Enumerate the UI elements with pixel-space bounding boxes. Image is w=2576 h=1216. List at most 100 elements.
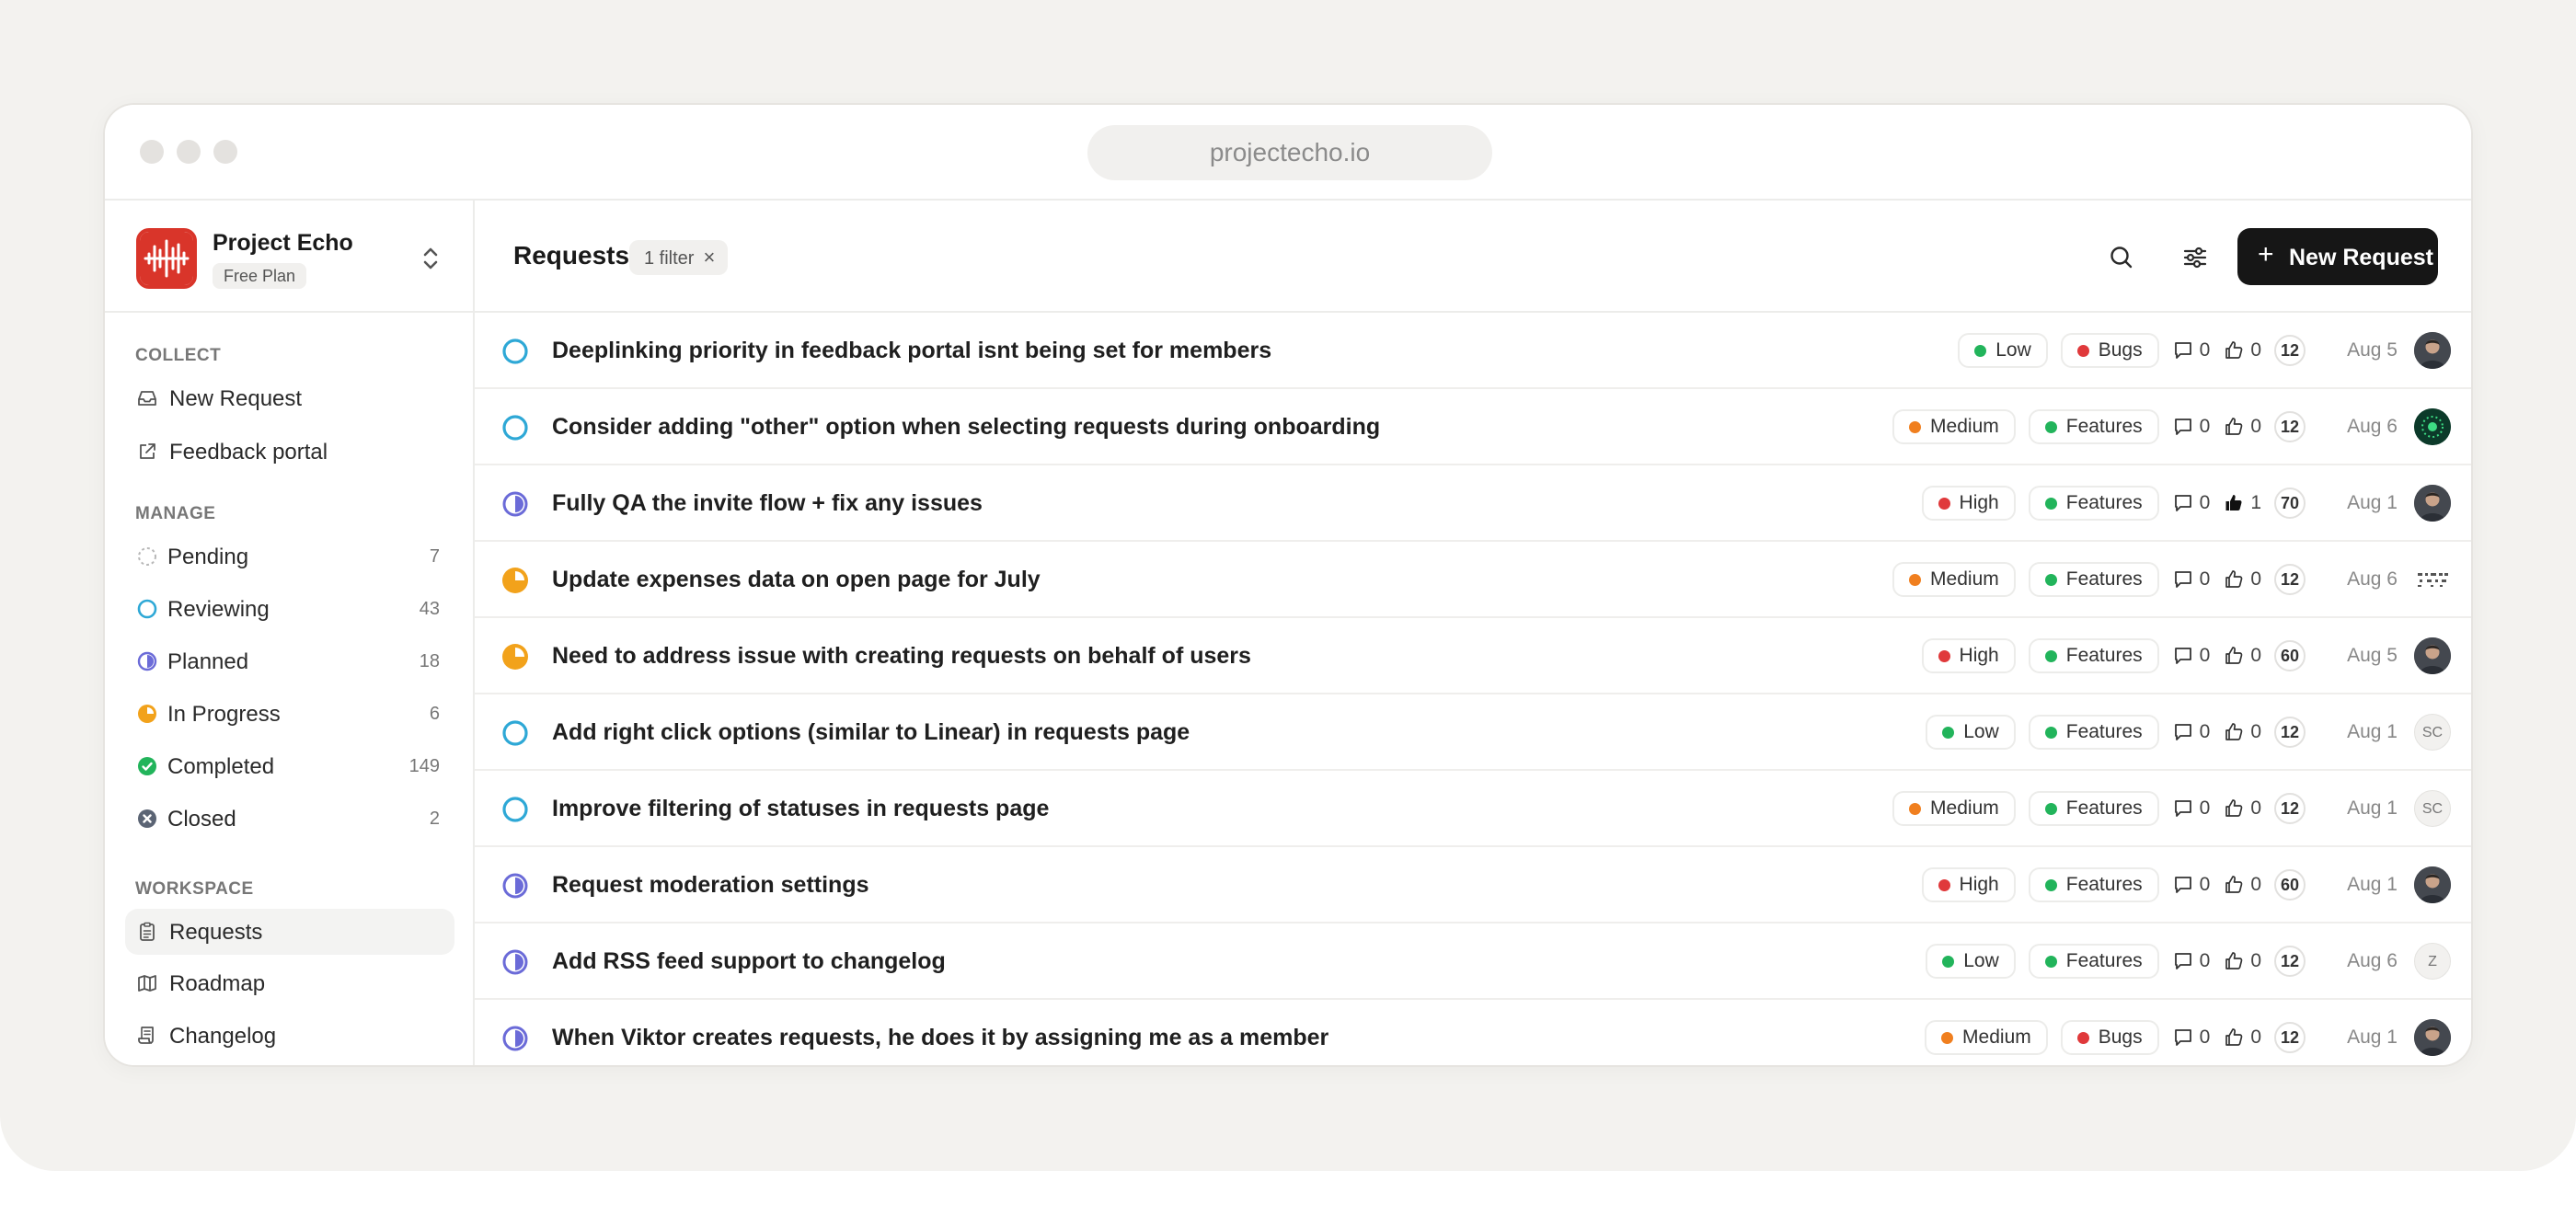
status-reviewing-icon[interactable]	[500, 718, 530, 748]
avatar[interactable]	[2414, 332, 2451, 369]
status-reviewing-icon[interactable]	[500, 413, 530, 442]
new-request-button[interactable]: + New Request	[2237, 228, 2438, 285]
vote-count[interactable]: 0	[2223, 721, 2261, 743]
tag-chip[interactable]: Features	[2028, 409, 2159, 444]
sidebar-item-closed[interactable]: Closed 2	[125, 796, 454, 842]
request-title[interactable]: When Viktor creates requests, he does it…	[552, 1025, 1328, 1051]
comment-count[interactable]: 0	[2172, 721, 2210, 743]
sidebar-item-changelog[interactable]: Changelog	[125, 1013, 454, 1059]
comment-count[interactable]: 0	[2172, 492, 2210, 514]
request-row[interactable]: Fully QA the invite flow + fix any issue…	[475, 465, 2471, 542]
window-maximize-dot[interactable]	[213, 140, 237, 164]
workspace-switcher[interactable]: Project Echo Free Plan	[105, 201, 473, 313]
priority-chip[interactable]: Medium	[1892, 409, 2016, 444]
priority-chip[interactable]: Medium	[1925, 1020, 2048, 1055]
thumbs-up-icon[interactable]	[2223, 950, 2245, 972]
avatar[interactable]: Z	[2414, 943, 2451, 980]
avatar[interactable]: SC	[2414, 714, 2451, 751]
status-reviewing-icon[interactable]	[500, 337, 530, 366]
priority-chip[interactable]: High	[1921, 867, 2016, 902]
filter-chip[interactable]: 1 filter ×	[629, 240, 729, 275]
vote-count[interactable]: 0	[2223, 874, 2261, 896]
comment-count[interactable]: 0	[2172, 874, 2210, 896]
sidebar-item-in-progress[interactable]: In Progress 6	[125, 691, 454, 737]
thumbs-up-icon[interactable]	[2223, 568, 2245, 591]
tag-chip[interactable]: Features	[2028, 715, 2159, 750]
status-in-progress-icon[interactable]	[500, 642, 530, 671]
sidebar-item-requests[interactable]: Requests	[125, 909, 454, 955]
status-planned-icon[interactable]	[500, 947, 530, 977]
thumbs-up-icon[interactable]	[2223, 1027, 2245, 1049]
close-icon[interactable]: ×	[703, 246, 715, 269]
window-minimize-dot[interactable]	[177, 140, 201, 164]
window-close-dot[interactable]	[140, 140, 164, 164]
request-title[interactable]: Add RSS feed support to changelog	[552, 948, 946, 975]
request-title[interactable]: Deeplinking priority in feedback portal …	[552, 338, 1271, 364]
avatar[interactable]	[2414, 408, 2451, 445]
tag-chip[interactable]: Features	[2028, 486, 2159, 521]
tag-chip[interactable]: Features	[2028, 791, 2159, 826]
status-planned-icon[interactable]	[500, 1024, 530, 1053]
priority-chip[interactable]: Medium	[1892, 562, 2016, 597]
comment-count[interactable]: 0	[2172, 416, 2210, 438]
vote-count[interactable]: 1	[2223, 492, 2261, 514]
avatar[interactable]	[2414, 637, 2451, 674]
request-row[interactable]: Improve filtering of statuses in request…	[475, 771, 2471, 847]
thumbs-up-icon[interactable]	[2223, 874, 2245, 896]
priority-chip[interactable]: High	[1921, 486, 2016, 521]
comment-count[interactable]: 0	[2172, 645, 2210, 667]
address-bar[interactable]: projectecho.io	[1087, 125, 1492, 180]
comment-count[interactable]: 0	[2172, 1027, 2210, 1049]
comment-count[interactable]: 0	[2172, 797, 2210, 820]
request-row[interactable]: Need to address issue with creating requ…	[475, 618, 2471, 694]
status-in-progress-icon[interactable]	[500, 566, 530, 595]
vote-count[interactable]: 0	[2223, 645, 2261, 667]
request-title[interactable]: Add right click options (similar to Line…	[552, 719, 1190, 746]
tag-chip[interactable]: Features	[2028, 562, 2159, 597]
thumbs-up-icon[interactable]	[2223, 645, 2245, 667]
vote-count[interactable]: 0	[2223, 568, 2261, 591]
request-row[interactable]: Consider adding "other" option when sele…	[475, 389, 2471, 465]
tag-chip[interactable]: Bugs	[2060, 333, 2159, 368]
request-row[interactable]: Deeplinking priority in feedback portal …	[475, 313, 2471, 389]
sidebar-item-roadmap[interactable]: Roadmap	[125, 960, 454, 1006]
request-row[interactable]: Request moderation settings High Features 0…	[475, 847, 2471, 923]
thumbs-up-icon[interactable]	[2223, 339, 2245, 361]
request-row[interactable]: Add RSS feed support to changelog Low Feat…	[475, 923, 2471, 1000]
request-row[interactable]: Update expenses data on open page for Ju…	[475, 542, 2471, 618]
search-icon[interactable]	[2107, 243, 2136, 272]
comment-count[interactable]: 0	[2172, 568, 2210, 591]
thumbs-up-icon[interactable]	[2223, 416, 2245, 438]
avatar[interactable]	[2414, 1019, 2451, 1056]
avatar[interactable]: SC	[2414, 790, 2451, 827]
vote-count[interactable]: 0	[2223, 1027, 2261, 1049]
request-title[interactable]: Update expenses data on open page for Ju…	[552, 567, 1041, 593]
status-planned-icon[interactable]	[500, 871, 530, 901]
request-title[interactable]: Improve filtering of statuses in request…	[552, 796, 1049, 822]
request-title[interactable]: Consider adding "other" option when sele…	[552, 414, 1380, 441]
priority-chip[interactable]: Low	[1958, 333, 2048, 368]
sidebar-item-reviewing[interactable]: Reviewing 43	[125, 586, 454, 632]
priority-chip[interactable]: Low	[1926, 944, 2016, 979]
status-planned-icon[interactable]	[500, 489, 530, 519]
tag-chip[interactable]: Features	[2028, 638, 2159, 673]
sidebar-item-pending[interactable]: Pending 7	[125, 533, 454, 579]
vote-count[interactable]: 0	[2223, 339, 2261, 361]
priority-chip[interactable]: Low	[1926, 715, 2016, 750]
request-title[interactable]: Fully QA the invite flow + fix any issue…	[552, 490, 983, 517]
comment-count[interactable]: 0	[2172, 339, 2210, 361]
request-row[interactable]: Add right click options (similar to Line…	[475, 694, 2471, 771]
tag-chip[interactable]: Features	[2028, 867, 2159, 902]
status-reviewing-icon[interactable]	[500, 795, 530, 824]
priority-chip[interactable]: High	[1921, 638, 2016, 673]
avatar[interactable]	[2414, 561, 2451, 598]
sidebar-item-new-request[interactable]: New Request	[125, 375, 454, 421]
comment-count[interactable]: 0	[2172, 950, 2210, 972]
tag-chip[interactable]: Bugs	[2060, 1020, 2159, 1055]
request-row[interactable]: When Viktor creates requests, he does it…	[475, 1000, 2471, 1065]
request-title[interactable]: Need to address issue with creating requ…	[552, 643, 1251, 670]
sliders-icon[interactable]	[2180, 243, 2210, 272]
sidebar-item-completed[interactable]: Completed 149	[125, 743, 454, 789]
avatar[interactable]	[2414, 485, 2451, 522]
avatar[interactable]	[2414, 866, 2451, 903]
